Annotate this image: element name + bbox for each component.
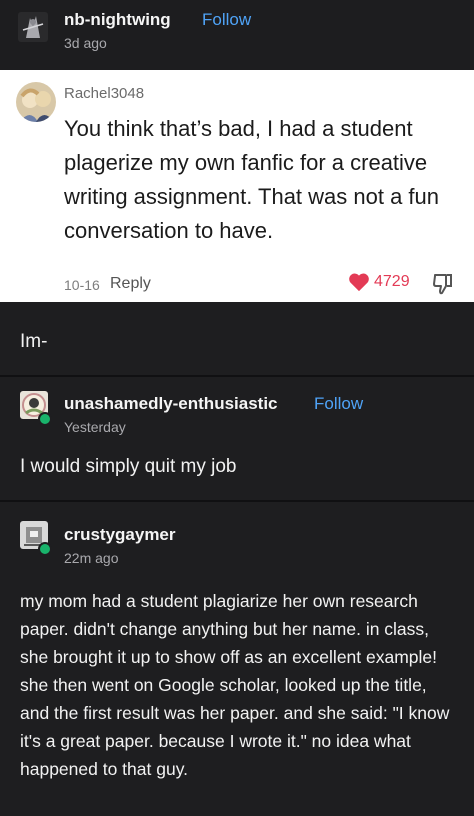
reblog-username[interactable]: unashamedly-enthusiastic — [64, 394, 278, 414]
op-caption: Im- — [20, 331, 48, 352]
dislike-icon[interactable] — [432, 272, 454, 296]
comment-date: 10-16 — [64, 277, 100, 293]
follow-button[interactable]: Follow — [202, 10, 251, 30]
heart-icon — [349, 273, 369, 292]
reblog-timestamp: Yesterday — [64, 419, 126, 435]
divider — [0, 375, 474, 377]
follow-button[interactable]: Follow — [314, 394, 363, 414]
like-button[interactable]: 4729 — [348, 272, 410, 292]
avatar-icon — [18, 12, 48, 42]
avatar[interactable] — [16, 82, 56, 122]
reblog-icon — [38, 542, 52, 556]
reblog-username[interactable]: crustygaymer — [64, 525, 176, 545]
avatar-icon — [16, 82, 56, 122]
reply-button[interactable]: Reply — [110, 275, 151, 293]
avatar[interactable] — [18, 12, 48, 42]
post-header: nb-nightwing Follow 3d ago — [0, 0, 474, 70]
like-count: 4729 — [374, 273, 410, 290]
reblog-text: I would simply quit my job — [20, 456, 237, 477]
quoted-comment-card: Rachel3048 You think that’s bad, I had a… — [0, 70, 474, 302]
comment-username[interactable]: Rachel3048 — [64, 85, 144, 102]
reblog-text: my mom had a student plagiarize her own … — [20, 591, 450, 779]
post-username[interactable]: nb-nightwing — [64, 10, 171, 30]
divider — [0, 500, 474, 502]
post-timestamp: 3d ago — [64, 35, 107, 51]
comment-text: You think that’s bad, I had a student pl… — [64, 116, 440, 243]
reblog-timestamp: 22m ago — [64, 550, 119, 566]
reblog-icon — [38, 412, 52, 426]
